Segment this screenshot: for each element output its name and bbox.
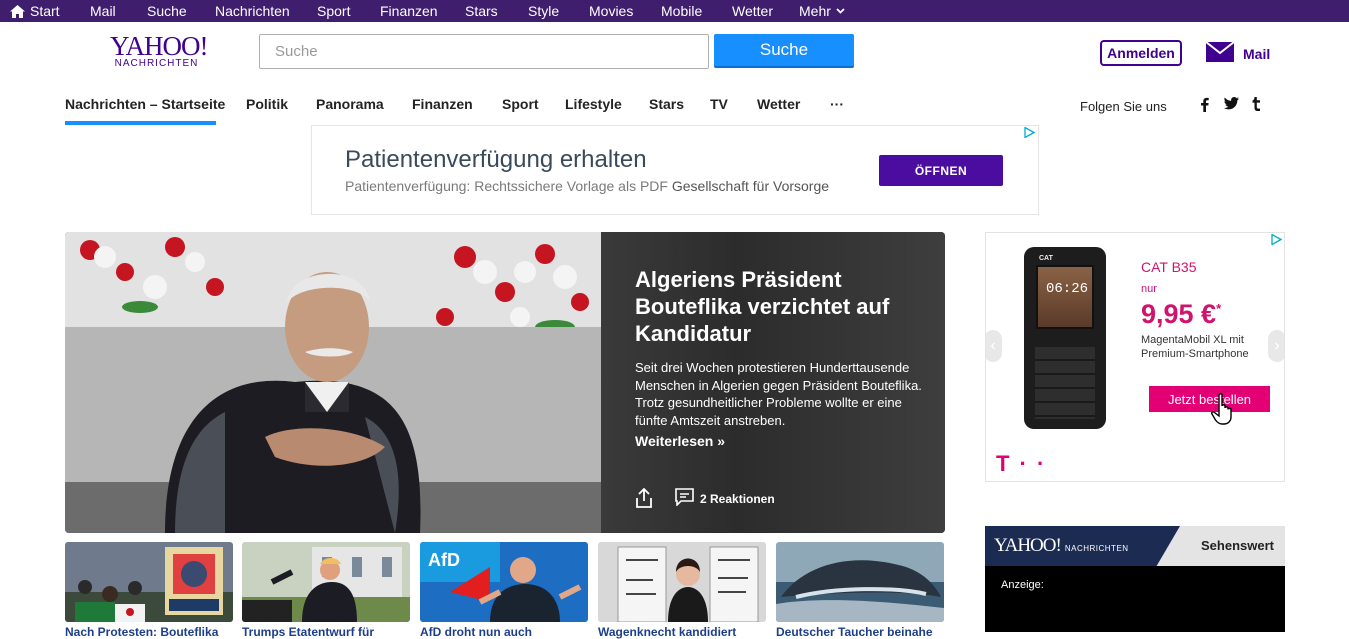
signin-button[interactable]: Anmelden — [1100, 40, 1182, 66]
video-widget[interactable]: YAHOO! NACHRICHTEN Sehenswert Anzeige: — [985, 526, 1285, 632]
topbar-item-label: Mehr — [799, 3, 831, 19]
nav-item-lifestyle[interactable]: Lifestyle — [565, 96, 622, 112]
topbar-item-sport[interactable]: Sport — [317, 3, 350, 19]
yahoo-logo[interactable]: YAHOO! NACHRICHTEN — [110, 31, 209, 70]
video-widget-header: YAHOO! NACHRICHTEN Sehenswert — [985, 526, 1285, 566]
search-input[interactable] — [259, 34, 709, 69]
top-banner-ad[interactable]: Patientenverfügung erhalten Patientenver… — [311, 125, 1039, 215]
ad-model: CAT B35 — [1141, 259, 1197, 275]
video-ad-label: Anzeige: — [1001, 579, 1044, 591]
svg-text:AfD: AfD — [428, 550, 460, 570]
order-now-button[interactable]: Jetzt bestellen — [1149, 386, 1270, 412]
adchoices-icon[interactable] — [1024, 126, 1037, 139]
reactions-count: 2 Reaktionen — [700, 491, 775, 506]
video-logo: YAHOO! NACHRICHTEN — [994, 535, 1129, 557]
ad-advertiser: Gesellschaft für Vorsorge — [671, 178, 830, 194]
nav-more-icon[interactable]: ··· — [830, 96, 844, 112]
comment-icon — [675, 488, 694, 509]
topbar-item-finanzen[interactable]: Finanzen — [380, 3, 438, 19]
story-thumb-5[interactable] — [776, 542, 944, 622]
tumblr-icon[interactable] — [1252, 97, 1261, 114]
follow-label: Folgen Sie uns — [1080, 99, 1167, 114]
ad-subline: Patientenverfügung: Rechtssichere Vorlag… — [345, 178, 829, 194]
facebook-icon[interactable] — [1200, 97, 1209, 115]
telekom-ad[interactable]: CAT 06:26 CAT B35 nur 9,95 €* MagentaMob… — [985, 232, 1285, 482]
ad-nur: nur — [1141, 283, 1157, 295]
phone-clock: 06:26 — [1045, 281, 1088, 297]
telekom-logo: T · · — [996, 451, 1047, 476]
home-icon — [10, 4, 25, 18]
story-thumb-2[interactable] — [242, 542, 410, 622]
nav-item-stars[interactable]: Stars — [649, 96, 684, 112]
topbar-item-nachrichten[interactable]: Nachrichten — [215, 3, 290, 19]
phone-screen: 06:26 — [1036, 265, 1094, 329]
hero-image[interactable] — [65, 232, 601, 533]
header: YAHOO! NACHRICHTEN Suche Anmelden Mail — [0, 22, 1349, 87]
nav-item-politik[interactable]: Politik — [246, 96, 288, 112]
nav-item-wetter[interactable]: Wetter — [757, 96, 800, 112]
ad-price-footnote: * — [1216, 301, 1222, 316]
chevron-left-icon[interactable]: ‹ — [986, 330, 1002, 362]
nav-active-indicator — [65, 121, 216, 125]
read-more-link[interactable]: Weiterlesen » — [635, 433, 725, 449]
video-logo-main: YAHOO! — [994, 535, 1062, 556]
story-caption-5[interactable]: Deutscher Taucher beinahe — [776, 625, 944, 639]
topbar-item-stars[interactable]: Stars — [465, 3, 498, 19]
logo-main: YAHOO! — [110, 31, 209, 61]
story-caption-4[interactable]: Wagenknecht kandidiert — [598, 625, 766, 639]
hero-description: Seit drei Wochen protestieren Hunderttau… — [635, 360, 922, 428]
topbar-item-start[interactable]: Start — [10, 3, 60, 19]
video-widget-label: Sehenswert — [1201, 538, 1274, 553]
share-icon[interactable] — [635, 487, 653, 513]
ad-subtext: MagentaMobil XL mit Premium-Smartphone — [1141, 334, 1249, 360]
twitter-icon[interactable] — [1224, 97, 1239, 113]
phone-keypad — [1035, 347, 1095, 419]
nav-item-sport[interactable]: Sport — [502, 96, 539, 112]
topbar-item-movies[interactable]: Movies — [589, 3, 633, 19]
topbar-item-mail[interactable]: Mail — [90, 3, 116, 19]
mail-icon — [1205, 41, 1235, 65]
search-button[interactable]: Suche — [714, 34, 854, 68]
top-nav-bar: Start Mail Suche Nachrichten Sport Finan… — [0, 0, 1349, 22]
ad-price-value: 9,95 € — [1141, 299, 1217, 329]
logo-sub: NACHRICHTEN — [114, 58, 199, 69]
ad-headline: Patientenverfügung erhalten — [345, 146, 647, 173]
story-caption-2[interactable]: Trumps Etatentwurf für — [242, 625, 410, 639]
nav-item-tv[interactable]: TV — [710, 96, 728, 112]
phone-brand: CAT — [1039, 255, 1053, 262]
topbar-item-wetter[interactable]: Wetter — [732, 3, 773, 19]
story-thumb-4[interactable] — [598, 542, 766, 622]
story-thumb-1[interactable] — [65, 542, 233, 622]
topbar-item-style[interactable]: Style — [528, 3, 559, 19]
ad-open-button[interactable]: ÖFFNEN — [879, 155, 1003, 186]
nav-item-finanzen[interactable]: Finanzen — [412, 96, 473, 112]
topbar-item-mobile[interactable]: Mobile — [661, 3, 702, 19]
chevron-right-icon[interactable]: › — [1268, 330, 1284, 362]
chevron-down-icon — [836, 8, 845, 14]
hero-story[interactable]: Algeriens Präsident Bouteflika verzichte… — [65, 232, 945, 533]
ad-sub-text: Patientenverfügung: Rechtssichere Vorlag… — [345, 178, 668, 194]
hero-text-panel: Algeriens Präsident Bouteflika verzichte… — [601, 232, 945, 533]
nav-item-panorama[interactable]: Panorama — [316, 96, 384, 112]
story-strip: AfD Nach Protesten: Bouteflika Trumps Et… — [65, 542, 945, 639]
story-caption-1[interactable]: Nach Protesten: Bouteflika — [65, 625, 233, 639]
video-logo-sub: NACHRICHTEN — [1064, 544, 1129, 553]
story-caption-3[interactable]: AfD droht nun auch — [420, 625, 588, 639]
reactions-link[interactable]: 2 Reaktionen — [675, 488, 775, 509]
topbar-item-mehr[interactable]: Mehr — [799, 3, 845, 19]
mail-label: Mail — [1243, 45, 1271, 62]
topbar-item-label: Start — [30, 3, 60, 19]
hand-cursor-icon — [1211, 393, 1237, 430]
phone-image: CAT 06:26 — [1024, 247, 1106, 429]
mail-link[interactable]: Mail — [1205, 41, 1271, 65]
hero-title[interactable]: Algeriens Präsident Bouteflika verzichte… — [635, 266, 925, 347]
adchoices-icon[interactable] — [1271, 233, 1284, 246]
ad-price: 9,95 €* — [1141, 299, 1221, 330]
story-thumb-3[interactable]: AfD — [420, 542, 588, 622]
topbar-item-suche[interactable]: Suche — [147, 3, 187, 19]
nav-item-startseite[interactable]: Nachrichten – Startseite — [65, 96, 225, 112]
